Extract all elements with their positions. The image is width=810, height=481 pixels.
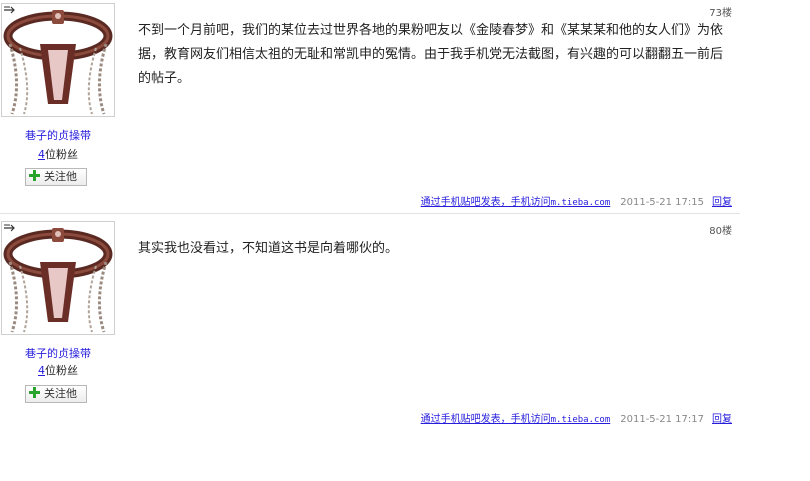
mobile-source-link[interactable]: 通过手机贴吧发表，手机访问m.tieba.com: [421, 197, 611, 208]
user-name-link[interactable]: 巷子的贞操带: [0, 127, 116, 143]
avatar-image: [2, 4, 114, 116]
fans-count-link[interactable]: 4: [38, 148, 45, 161]
follow-button[interactable]: 关注他: [25, 385, 87, 403]
post-floor-73: 巷子的贞操带 4位粉丝 关注他 73楼 不到一个月前吧，我们的某位去过世界各地的…: [0, 0, 740, 213]
post-meta: 通过手机贴吧发表，手机访问m.tieba.com 2011-5-21 17:17 回…: [421, 410, 732, 425]
fans-count-link[interactable]: 4: [38, 364, 45, 377]
follow-label: 关注他: [44, 170, 77, 183]
post-content: 其实我也没看过，不知道这书是向着哪伙的。: [138, 241, 399, 256]
via-text: 通过手机贴吧发表，手机访问: [420, 197, 551, 208]
avatar[interactable]: [1, 3, 115, 117]
follow-label: 关注他: [44, 387, 77, 400]
arrow-icon: [4, 6, 15, 14]
arrow-icon: [4, 224, 15, 232]
via-site: m.tieba.com: [550, 415, 611, 425]
avatar-image: [2, 222, 114, 334]
plus-icon: [29, 170, 40, 181]
fans-suffix: 位粉丝: [45, 148, 78, 161]
fans-info: 4位粉丝: [0, 146, 116, 162]
fans-info: 4位粉丝: [0, 362, 116, 378]
fans-suffix: 位粉丝: [45, 364, 78, 377]
via-text: 通过手机贴吧发表，手机访问: [420, 414, 551, 425]
reply-link[interactable]: 回复: [712, 414, 732, 425]
mobile-source-link[interactable]: 通过手机贴吧发表，手机访问m.tieba.com: [421, 414, 611, 425]
avatar[interactable]: [1, 221, 115, 335]
post-content: 不到一个月前吧，我们的某位去过世界各地的果粉吧友以《金陵春梦》和《某某某和他的女…: [138, 23, 724, 86]
user-name-link[interactable]: 巷子的贞操带: [0, 345, 116, 361]
post-floor-80: 巷子的贞操带 4位粉丝 关注他 80楼 其实我也没看过，不知道这书是向着哪伙的。…: [0, 218, 740, 443]
post-time: 2011-5-21 17:15: [620, 197, 704, 208]
post-divider: [0, 213, 740, 214]
floor-number: 73楼: [709, 8, 732, 19]
follow-button[interactable]: 关注他: [25, 168, 87, 186]
post-meta: 通过手机贴吧发表，手机访问m.tieba.com 2011-5-21 17:15 回…: [421, 193, 732, 208]
plus-icon: [29, 387, 40, 398]
reply-link[interactable]: 回复: [712, 197, 732, 208]
floor-number: 80楼: [709, 226, 732, 237]
via-site: m.tieba.com: [550, 198, 611, 208]
post-time: 2011-5-21 17:17: [620, 414, 704, 425]
